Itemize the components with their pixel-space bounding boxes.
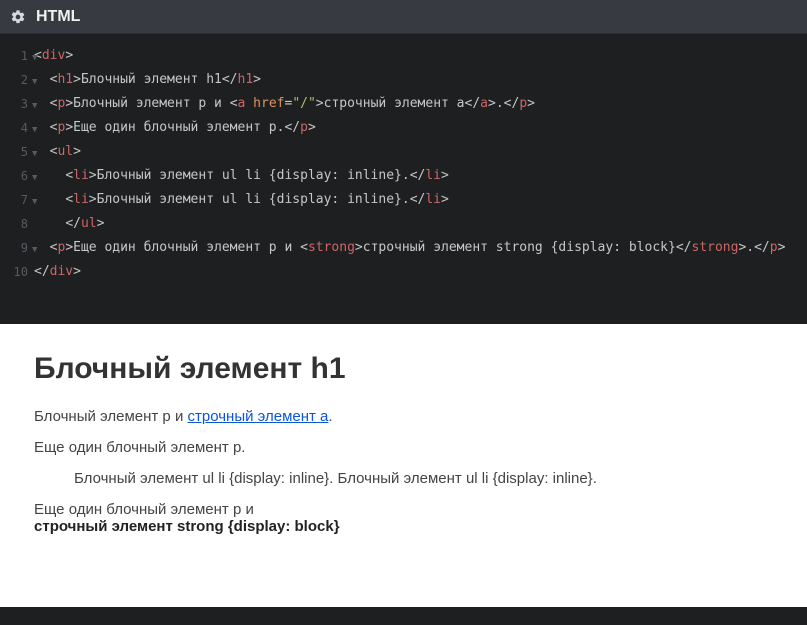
fold-arrow-icon[interactable]: ▼ xyxy=(32,118,37,142)
code-content[interactable]: <ul> xyxy=(34,140,81,164)
preview-strong: строчный элемент strong {display: block} xyxy=(34,518,773,535)
code-line[interactable]: 9▼ <p>Еще один блочный элемент p и <stro… xyxy=(0,236,807,260)
line-number: 10 xyxy=(0,260,34,284)
line-number: 7▼ xyxy=(0,188,34,212)
text: Блочный элемент p и xyxy=(34,408,188,425)
code-content[interactable]: <p>Блочный элемент p и <a href="/">строч… xyxy=(34,92,535,116)
line-number: 9▼ xyxy=(0,236,34,260)
code-content[interactable]: <h1>Блочный элемент h1</h1> xyxy=(34,68,261,92)
code-line[interactable]: 6▼ <li>Блочный элемент ul li {display: i… xyxy=(0,164,807,188)
code-line[interactable]: 1▼<div> xyxy=(0,44,807,68)
code-line[interactable]: 7▼ <li>Блочный элемент ul li {display: i… xyxy=(0,188,807,212)
list-item: Блочный элемент ul li {display: inline}. xyxy=(338,470,597,487)
preview-link[interactable]: строчный элемент a xyxy=(188,408,329,425)
list-item: Блочный элемент ul li {display: inline}. xyxy=(74,470,333,487)
code-content[interactable]: </ul> xyxy=(34,212,104,236)
preview-inline-list: Блочный элемент ul li {display: inline}.… xyxy=(74,470,773,487)
panel-title: HTML xyxy=(36,8,80,26)
preview-paragraph-3: Еще один блочный элемент p и строчный эл… xyxy=(34,501,773,535)
code-content[interactable]: <p>Еще один блочный элемент p.</p> xyxy=(34,116,316,140)
fold-arrow-icon[interactable]: ▼ xyxy=(32,94,37,118)
line-number: 3▼ xyxy=(0,92,34,116)
code-content[interactable]: <li>Блочный элемент ul li {display: inli… xyxy=(34,164,449,188)
code-content[interactable]: <p>Еще один блочный элемент p и <strong>… xyxy=(34,236,785,260)
line-number: 5▼ xyxy=(0,140,34,164)
line-number: 1▼ xyxy=(0,44,34,68)
line-number: 2▼ xyxy=(0,68,34,92)
code-content[interactable]: </div> xyxy=(34,260,81,284)
fold-arrow-icon[interactable]: ▼ xyxy=(32,190,37,214)
text: . xyxy=(328,408,332,425)
code-line[interactable]: 8 </ul> xyxy=(0,212,807,236)
gear-icon[interactable] xyxy=(10,9,26,25)
code-line[interactable]: 5▼ <ul> xyxy=(0,140,807,164)
fold-arrow-icon[interactable]: ▼ xyxy=(32,46,37,70)
line-number: 6▼ xyxy=(0,164,34,188)
panel-header: HTML xyxy=(0,0,807,34)
code-editor[interactable]: 1▼<div>2▼ <h1>Блочный элемент h1</h1>3▼ … xyxy=(0,34,807,324)
code-line[interactable]: 10</div> xyxy=(0,260,807,284)
line-number: 8 xyxy=(0,212,34,236)
code-line[interactable]: 2▼ <h1>Блочный элемент h1</h1> xyxy=(0,68,807,92)
preview-paragraph-2: Еще один блочный элемент p. xyxy=(34,439,773,456)
code-line[interactable]: 4▼ <p>Еще один блочный элемент p.</p> xyxy=(0,116,807,140)
preview-pane: Блочный элемент h1 Блочный элемент p и с… xyxy=(0,324,807,607)
fold-arrow-icon[interactable]: ▼ xyxy=(32,142,37,166)
fold-arrow-icon[interactable]: ▼ xyxy=(32,166,37,190)
preview-paragraph-1: Блочный элемент p и строчный элемент a. xyxy=(34,408,773,425)
preview-heading: Блочный элемент h1 xyxy=(34,352,773,386)
line-number: 4▼ xyxy=(0,116,34,140)
code-line[interactable]: 3▼ <p>Блочный элемент p и <a href="/">ст… xyxy=(0,92,807,116)
code-content[interactable]: <div> xyxy=(34,44,73,68)
code-content[interactable]: <li>Блочный элемент ul li {display: inli… xyxy=(34,188,449,212)
fold-arrow-icon[interactable]: ▼ xyxy=(32,70,37,94)
fold-arrow-icon[interactable]: ▼ xyxy=(32,238,37,262)
text: Еще один блочный элемент p и xyxy=(34,501,254,518)
